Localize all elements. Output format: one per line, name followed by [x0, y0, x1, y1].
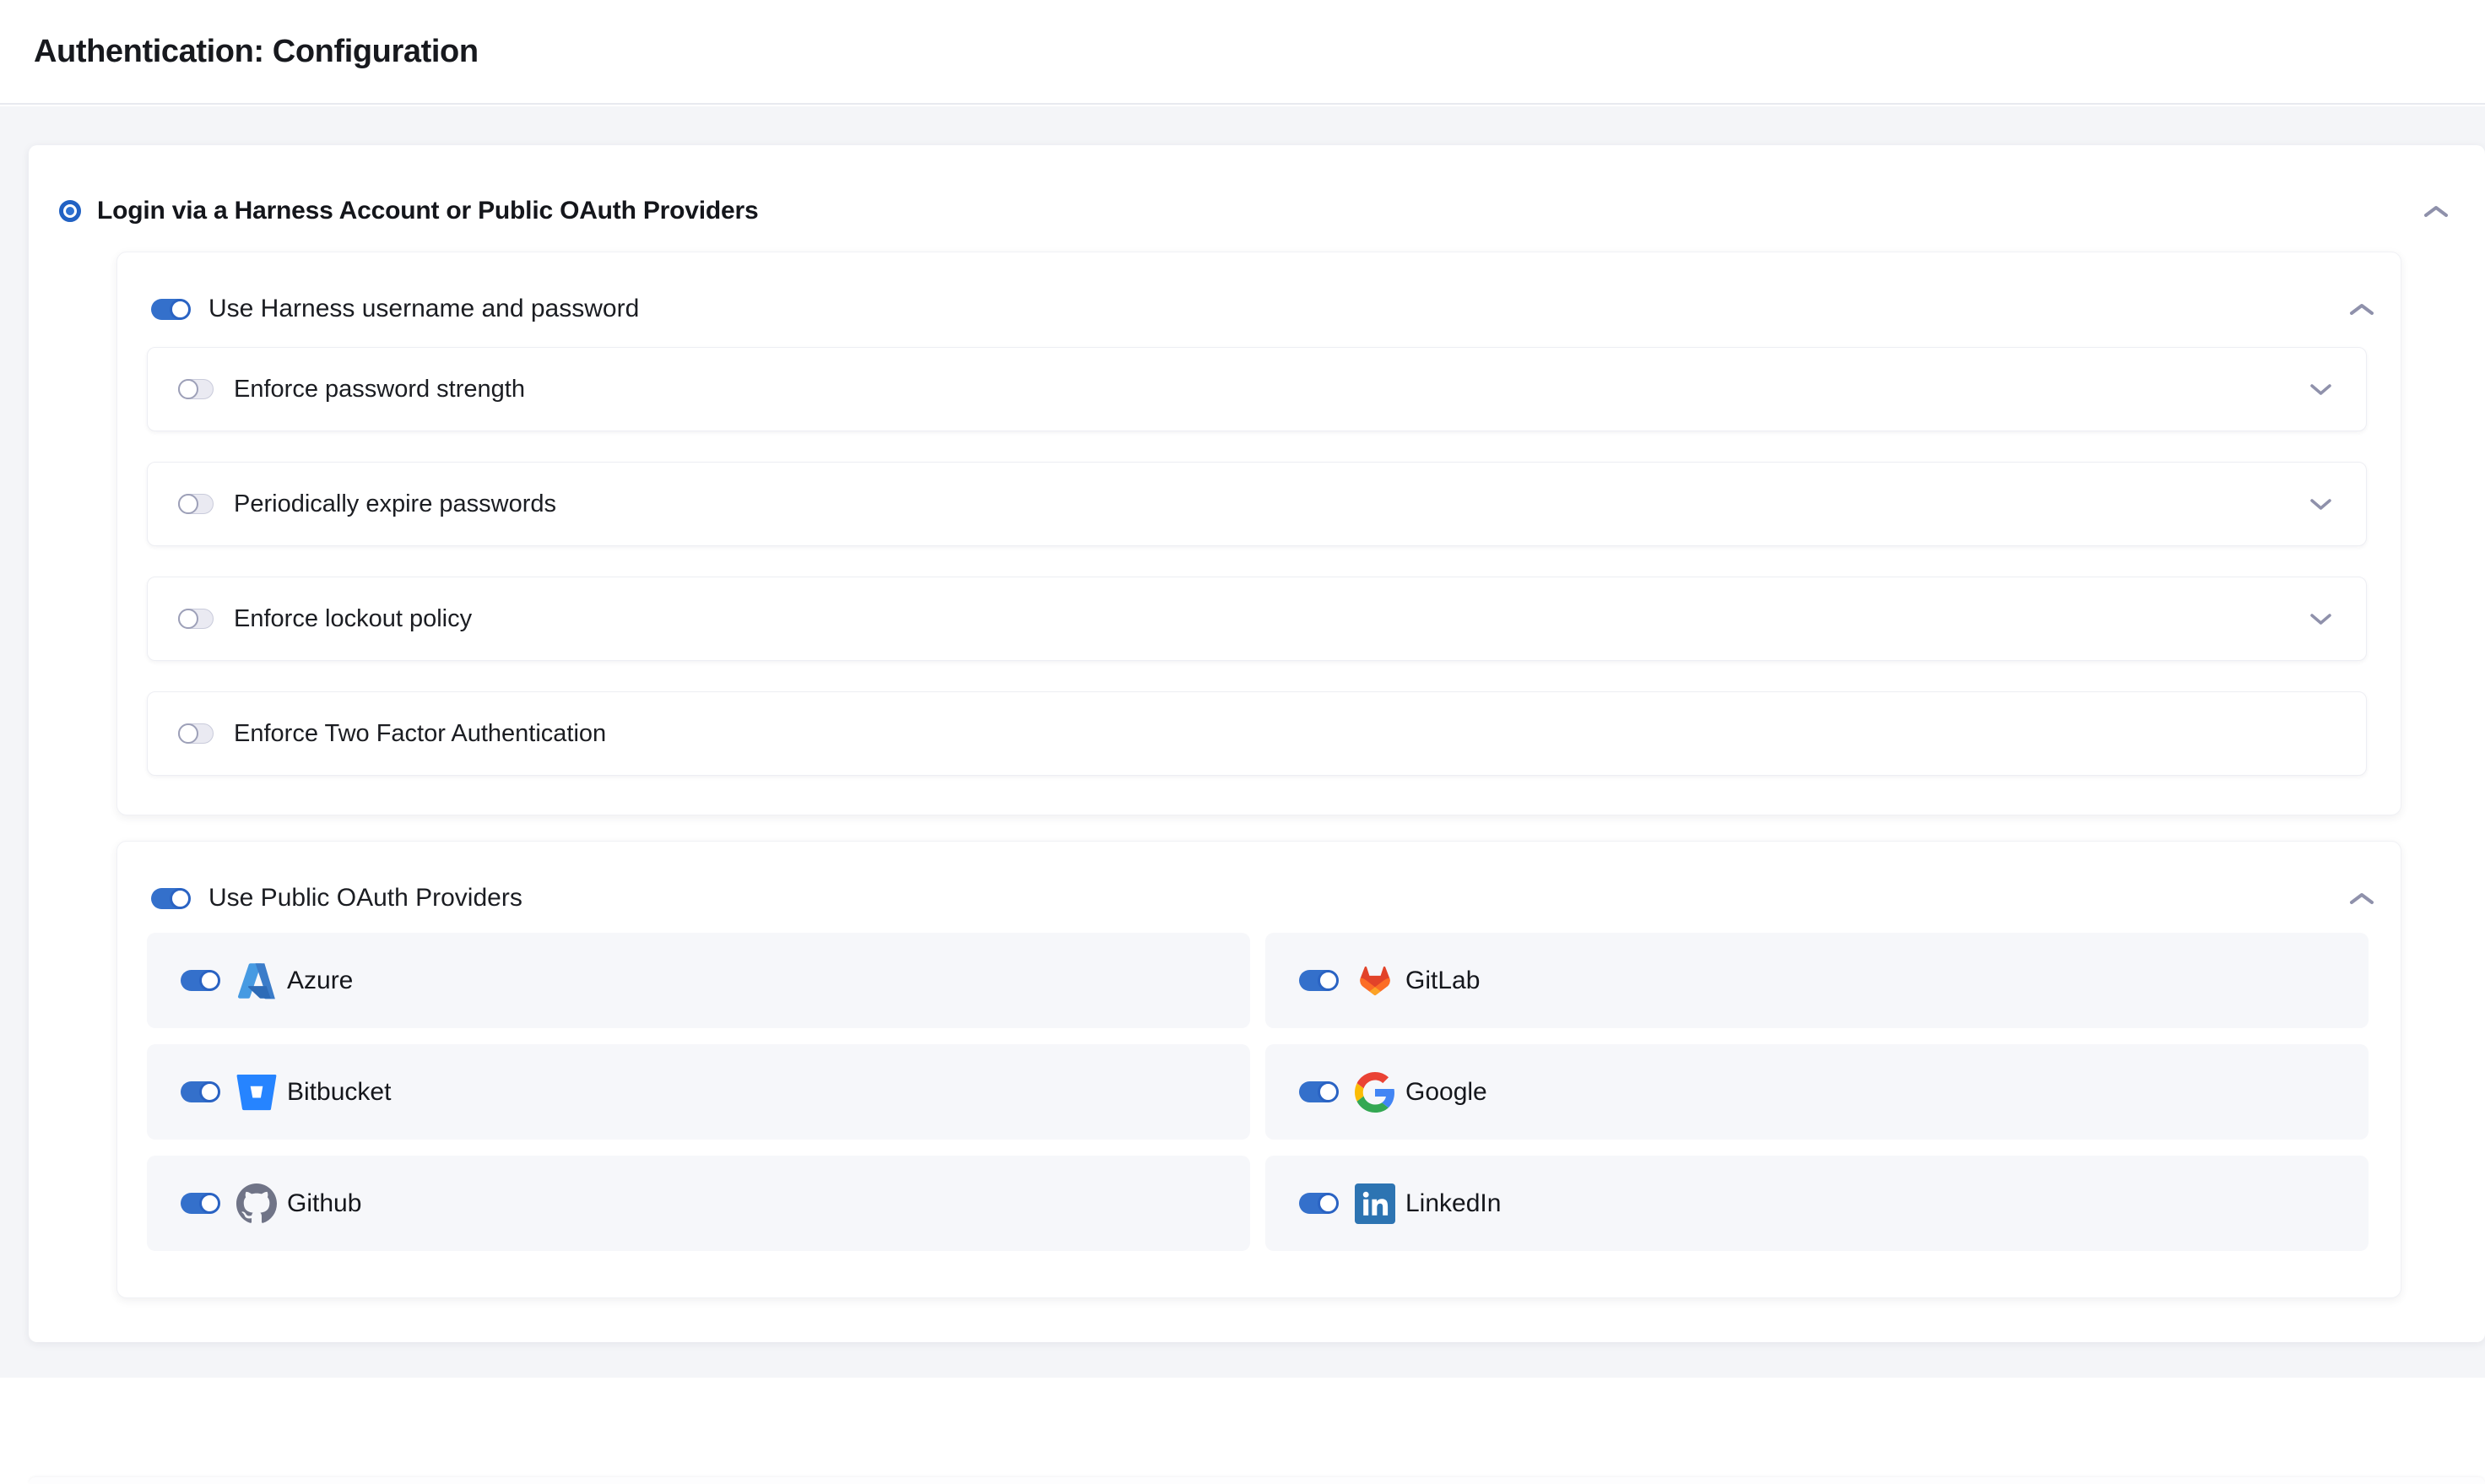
google-icon: [1355, 1072, 1395, 1113]
harness-username-password-label: Use Harness username and password: [208, 295, 639, 323]
enforce-two-factor-authentication-toggle[interactable]: [178, 723, 214, 744]
chevron-down-icon[interactable]: [2309, 498, 2332, 511]
bitbucket-toggle[interactable]: [181, 1081, 219, 1102]
azure-toggle[interactable]: [181, 970, 219, 991]
provider-github: Github: [147, 1156, 1250, 1251]
page-header: Authentication: Configuration: [0, 0, 2485, 105]
harness-username-password-header: Use Harness username and password: [117, 290, 2401, 328]
provider-bitbucket: Bitbucket: [147, 1044, 1250, 1140]
toggle-knob: [199, 1193, 220, 1214]
provider-label: LinkedIn: [1405, 1189, 1501, 1218]
next-section-card-peek: [29, 1477, 2485, 1484]
chevron-down-icon[interactable]: [2309, 383, 2332, 396]
provider-label: Github: [287, 1189, 361, 1218]
provider-label: GitLab: [1405, 967, 1480, 995]
public-oauth-providers-header: Use Public OAuth Providers: [117, 879, 2401, 918]
provider-grid: Azure GitLab: [147, 933, 2369, 1251]
provider-label: Azure: [287, 967, 353, 995]
toggle-knob: [170, 299, 191, 320]
bitbucket-icon: [236, 1072, 277, 1113]
chevron-down-icon[interactable]: [2309, 613, 2332, 626]
periodically-expire-passwords-row[interactable]: Periodically expire passwords: [147, 462, 2367, 546]
enforce-lockout-policy-row[interactable]: Enforce lockout policy: [147, 577, 2367, 661]
google-toggle[interactable]: [1299, 1081, 1338, 1102]
provider-label: Google: [1405, 1078, 1487, 1107]
enforce-two-factor-authentication-row[interactable]: Enforce Two Factor Authentication: [147, 691, 2367, 776]
toggle-knob: [178, 494, 198, 514]
accordion-header: Login via a Harness Account or Public OA…: [29, 187, 2485, 235]
chevron-up-icon[interactable]: [2349, 302, 2374, 317]
enforce-two-factor-authentication-label: Enforce Two Factor Authentication: [234, 720, 606, 748]
radio-dot: [66, 207, 74, 215]
provider-azure: Azure: [147, 933, 1250, 1028]
radio-selected-icon[interactable]: [59, 200, 81, 222]
linkedin-toggle[interactable]: [1299, 1193, 1338, 1214]
gitlab-toggle[interactable]: [1299, 970, 1338, 991]
provider-label: Bitbucket: [287, 1078, 391, 1107]
provider-google: Google: [1265, 1044, 2369, 1140]
toggle-knob: [178, 723, 198, 744]
public-oauth-providers-section: Use Public OAuth Providers Azure: [116, 841, 2401, 1298]
enforce-password-strength-row[interactable]: Enforce password strength: [147, 347, 2367, 431]
azure-icon: [236, 961, 277, 1001]
harness-username-password-toggle[interactable]: [151, 299, 190, 320]
provider-gitlab: GitLab: [1265, 933, 2369, 1028]
github-toggle[interactable]: [181, 1193, 219, 1214]
enforce-password-strength-toggle[interactable]: [178, 379, 214, 399]
github-icon: [236, 1183, 277, 1224]
chevron-up-icon[interactable]: [2423, 204, 2449, 219]
toggle-knob: [1318, 1193, 1339, 1214]
enforce-lockout-policy-toggle[interactable]: [178, 609, 214, 629]
chevron-up-icon[interactable]: [2349, 891, 2374, 906]
gitlab-icon: [1355, 961, 1395, 1001]
toggle-knob: [170, 888, 191, 909]
password-options-list: Enforce password strength Periodically e…: [147, 347, 2367, 776]
accordion-title: Login via a Harness Account or Public OA…: [97, 197, 758, 225]
content-area: Login via a Harness Account or Public OA…: [0, 106, 2485, 1378]
toggle-knob: [199, 1081, 220, 1102]
periodically-expire-passwords-label: Periodically expire passwords: [234, 490, 556, 518]
toggle-knob: [178, 609, 198, 629]
toggle-knob: [199, 970, 220, 991]
provider-linkedin: LinkedIn: [1265, 1156, 2369, 1251]
auth-methods-card: Login via a Harness Account or Public OA…: [29, 145, 2485, 1342]
public-oauth-providers-label: Use Public OAuth Providers: [208, 884, 522, 913]
harness-username-password-section: Use Harness username and password Enforc…: [116, 252, 2401, 815]
enforce-lockout-policy-label: Enforce lockout policy: [234, 605, 472, 633]
toggle-knob: [1318, 970, 1339, 991]
periodically-expire-passwords-toggle[interactable]: [178, 494, 214, 514]
linkedin-icon: [1355, 1183, 1395, 1224]
toggle-knob: [178, 379, 198, 399]
public-oauth-providers-toggle[interactable]: [151, 888, 190, 909]
enforce-password-strength-label: Enforce password strength: [234, 376, 525, 403]
toggle-knob: [1318, 1081, 1339, 1102]
page-title: Authentication: Configuration: [34, 34, 479, 70]
